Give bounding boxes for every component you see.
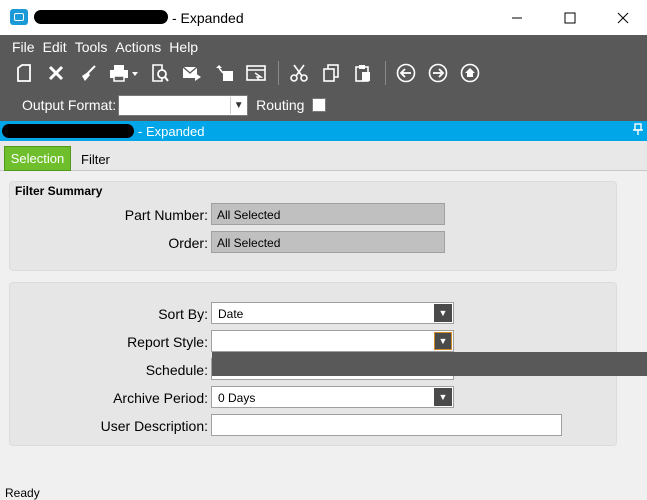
chevron-down-icon[interactable]: ▼ bbox=[434, 332, 452, 350]
redacted-title bbox=[34, 10, 168, 24]
print-icon[interactable] bbox=[108, 61, 140, 85]
menu-edit[interactable]: Edit bbox=[43, 39, 67, 55]
clear-icon[interactable] bbox=[76, 61, 100, 85]
home-icon[interactable] bbox=[458, 61, 482, 85]
menu-toolbar-area: File Edit Tools Actions Help Output Form… bbox=[0, 35, 647, 121]
back-icon[interactable] bbox=[394, 61, 418, 85]
window-title: - Expanded bbox=[172, 10, 244, 26]
toolbar-separator bbox=[278, 61, 279, 85]
output-row: Output Format: ▼ Routing bbox=[22, 94, 327, 116]
menu-bar: File Edit Tools Actions Help bbox=[12, 39, 206, 55]
toolbar bbox=[12, 60, 490, 86]
status-text: Ready bbox=[5, 486, 40, 500]
form-header: - Expanded bbox=[0, 121, 647, 141]
minimize-icon bbox=[512, 17, 522, 18]
routing-checkbox[interactable] bbox=[312, 98, 327, 112]
redacted-header bbox=[2, 124, 134, 138]
archive-period-value: 0 Days bbox=[218, 391, 256, 405]
archive-period-label: Archive Period: bbox=[113, 390, 208, 406]
send-icon[interactable] bbox=[180, 61, 204, 85]
part-number-field: All Selected bbox=[211, 203, 445, 225]
part-number-label: Part Number: bbox=[124, 207, 208, 223]
sort-by-select[interactable]: Date ▼ bbox=[211, 302, 454, 324]
maximize-button[interactable] bbox=[547, 0, 593, 35]
paste-icon[interactable] bbox=[351, 61, 375, 85]
tab-filter[interactable]: Filter bbox=[81, 152, 110, 167]
chevron-down-icon[interactable]: ▼ bbox=[434, 304, 452, 322]
generate-icon[interactable] bbox=[244, 61, 268, 85]
cut-icon[interactable] bbox=[287, 61, 311, 85]
minimize-button[interactable] bbox=[494, 0, 540, 35]
tab-selection[interactable]: Selection bbox=[4, 146, 71, 171]
output-format-label: Output Format: bbox=[22, 97, 117, 113]
form-header-title: - Expanded bbox=[138, 124, 205, 139]
tab-strip: Selection Filter bbox=[0, 141, 647, 171]
pin-icon[interactable] bbox=[633, 123, 643, 138]
menu-file[interactable]: File bbox=[12, 39, 35, 55]
order-field: All Selected bbox=[211, 231, 445, 253]
menu-help[interactable]: Help bbox=[169, 39, 198, 55]
forward-icon[interactable] bbox=[426, 61, 450, 85]
title-bar: - Expanded bbox=[0, 0, 647, 35]
menu-actions[interactable]: Actions bbox=[115, 39, 161, 55]
order-label: Order: bbox=[168, 235, 208, 251]
output-format-select[interactable]: ▼ bbox=[118, 94, 249, 116]
chevron-down-icon[interactable]: ▼ bbox=[230, 96, 247, 114]
routing-label: Routing bbox=[256, 97, 305, 113]
print-preview-icon[interactable] bbox=[148, 61, 172, 85]
user-description-label: User Description: bbox=[100, 418, 208, 434]
report-style-label: Report Style: bbox=[127, 334, 208, 350]
user-description-input[interactable] bbox=[211, 414, 562, 436]
copy-icon[interactable] bbox=[319, 61, 343, 85]
attach-icon[interactable] bbox=[212, 61, 236, 85]
maximize-icon bbox=[564, 12, 576, 23]
report-style-select[interactable]: ▼ bbox=[211, 330, 454, 352]
toolbar-separator bbox=[385, 61, 386, 85]
sort-by-value: Date bbox=[218, 307, 244, 321]
new-icon[interactable] bbox=[12, 61, 36, 85]
delete-icon[interactable] bbox=[44, 61, 68, 85]
dropdown-overlay[interactable] bbox=[212, 352, 647, 376]
menu-tools[interactable]: Tools bbox=[75, 39, 108, 55]
app-icon bbox=[10, 9, 28, 25]
status-bar: Ready bbox=[0, 483, 647, 500]
archive-period-select[interactable]: 0 Days ▼ bbox=[211, 386, 454, 408]
schedule-label: Schedule: bbox=[145, 362, 208, 378]
close-icon bbox=[617, 12, 629, 23]
filter-summary-title: Filter Summary bbox=[15, 184, 103, 198]
filter-summary-panel: Filter Summary bbox=[9, 181, 617, 271]
close-button[interactable] bbox=[600, 0, 646, 35]
sort-by-label: Sort By: bbox=[158, 306, 208, 322]
chevron-down-icon[interactable]: ▼ bbox=[434, 388, 452, 406]
